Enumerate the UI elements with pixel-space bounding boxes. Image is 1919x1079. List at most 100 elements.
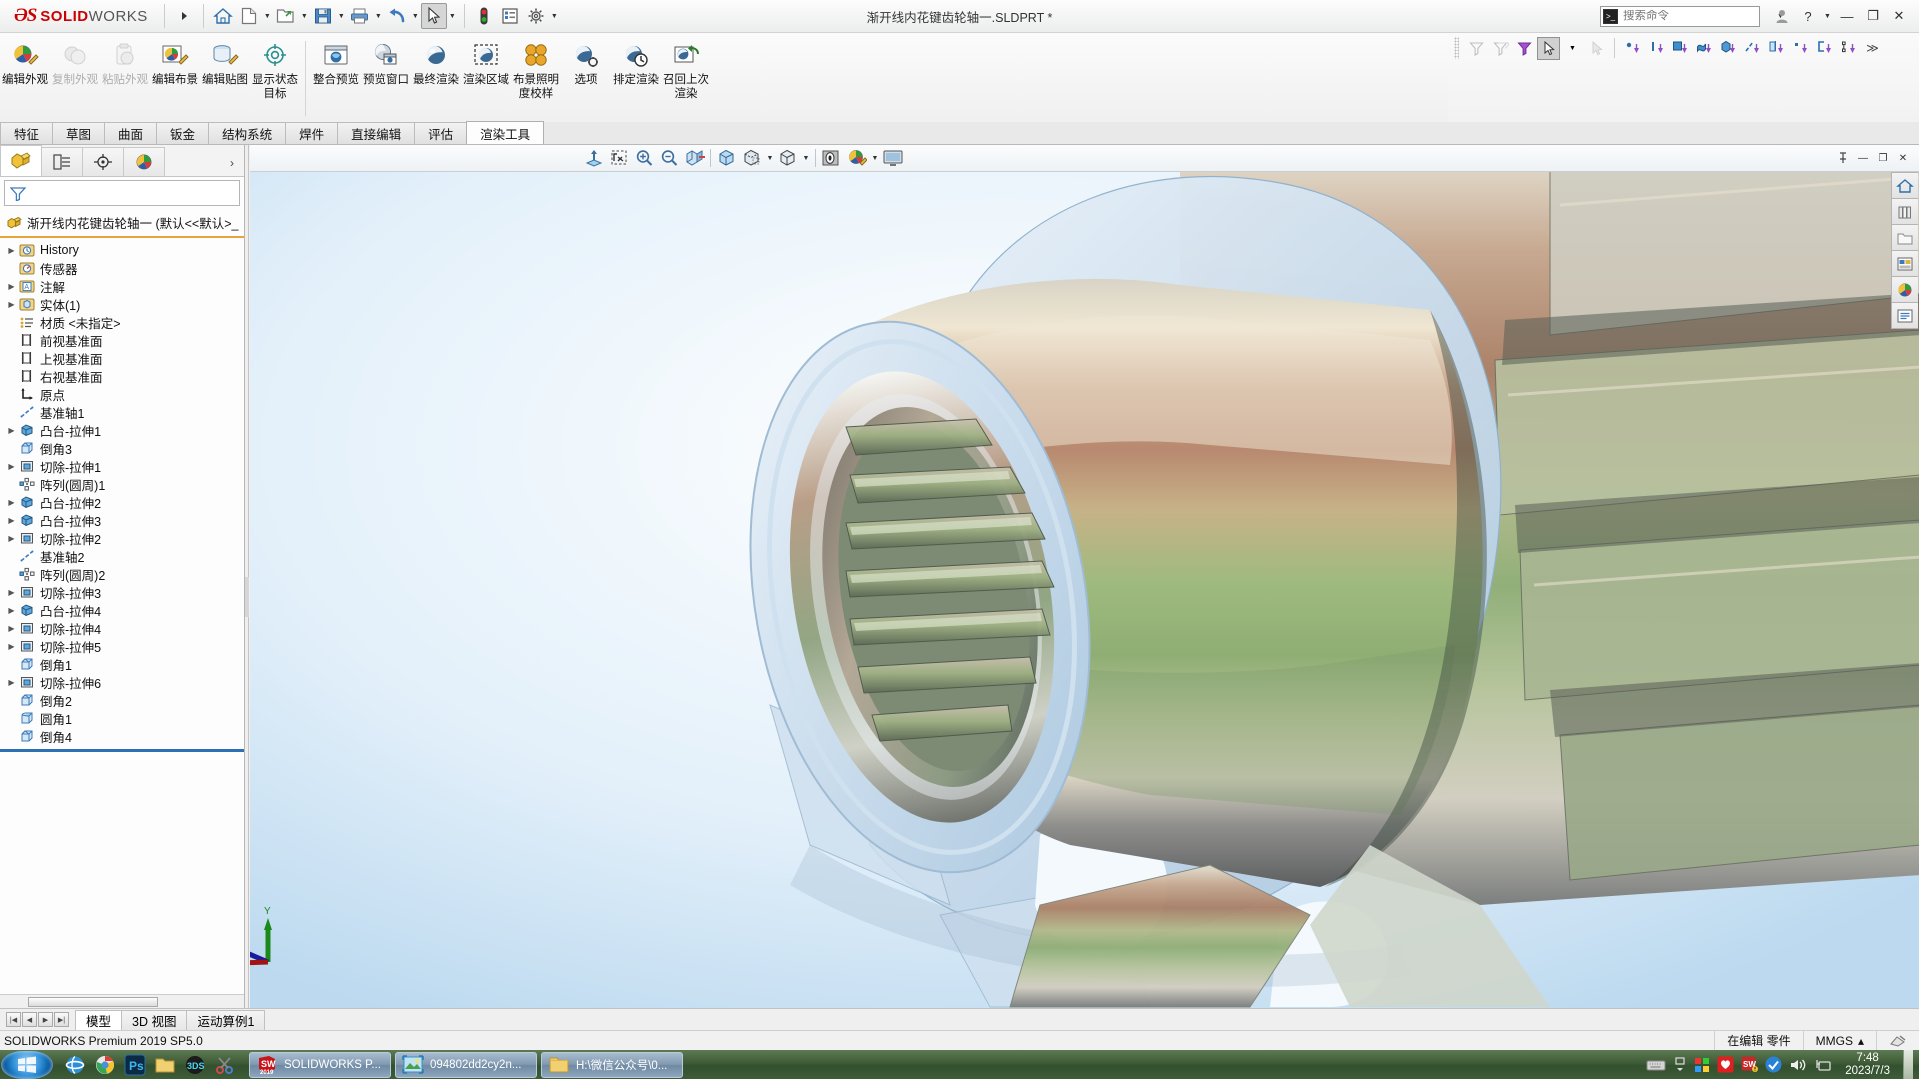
- new-document-caret-icon[interactable]: ▼: [262, 3, 273, 29]
- units-selector[interactable]: MMGS ▴: [1802, 1030, 1876, 1051]
- print-caret-icon[interactable]: ▼: [373, 3, 384, 29]
- feature-tree-node[interactable]: 阵列(圆周)2: [0, 565, 244, 583]
- new-document-button[interactable]: [236, 3, 262, 29]
- command-tab-4[interactable]: 结构系统: [208, 122, 287, 144]
- expand-arrow-icon[interactable]: ▶: [5, 300, 18, 309]
- feature-tree-node[interactable]: ▶ 切除-拉伸5: [0, 637, 244, 655]
- hide-show-items-caret-icon[interactable]: ▼: [801, 146, 811, 170]
- edit-appearance-view-icon[interactable]: [820, 146, 844, 170]
- graphics-viewport[interactable]: Y Z X: [250, 145, 1919, 1008]
- feature-tree-node[interactable]: ▶ 切除-拉伸3: [0, 583, 244, 601]
- filter-sketch-segments-icon[interactable]: [1813, 37, 1836, 60]
- menu-expand-button[interactable]: [171, 3, 197, 29]
- feature-tree-node[interactable]: 原点: [0, 385, 244, 403]
- feature-tree-node[interactable]: 倒角4: [0, 727, 244, 745]
- expand-arrow-icon[interactable]: ▶: [5, 282, 18, 291]
- select-other-icon[interactable]: [1585, 37, 1608, 60]
- select-tool-icon[interactable]: [1537, 36, 1560, 60]
- close-button[interactable]: ✕: [1887, 5, 1911, 27]
- ribbon-button-edit-decal[interactable]: 编辑贴图: [200, 37, 250, 87]
- command-tab-3[interactable]: 钣金: [156, 122, 210, 144]
- filter-planes-icon[interactable]: [1765, 37, 1788, 60]
- feature-tree-hscrollbar[interactable]: [0, 994, 244, 1008]
- view-settings-icon[interactable]: [881, 146, 905, 170]
- show-desktop-button[interactable]: [1903, 1050, 1913, 1079]
- filter-axes-icon[interactable]: [1741, 37, 1764, 60]
- search-input[interactable]: [1618, 10, 1777, 22]
- ribbon-button-integrated-preview[interactable]: 整合预览: [311, 37, 361, 87]
- select-tool-caret-icon[interactable]: ▼: [1561, 37, 1584, 60]
- nav-prev-button[interactable]: ◀: [22, 1012, 37, 1027]
- feature-tree-node[interactable]: ▶ 实体(1): [0, 295, 244, 313]
- filter-more-icon[interactable]: ≫: [1861, 37, 1884, 60]
- filter-solid-bodies-icon[interactable]: [1717, 37, 1740, 60]
- view-orientation-icon[interactable]: [715, 146, 739, 170]
- filter-sketch-points-icon[interactable]: [1789, 37, 1812, 60]
- start-button[interactable]: [1, 1050, 53, 1079]
- filter-toggle-icon[interactable]: [1465, 37, 1488, 60]
- units-caret-icon[interactable]: ▴: [1858, 1034, 1864, 1048]
- property-manager-tab[interactable]: [41, 147, 83, 176]
- user-account-icon[interactable]: [1770, 5, 1794, 27]
- search-commands-box[interactable]: >_ ▼: [1600, 5, 1784, 27]
- panel-expand-arrow[interactable]: ›: [230, 156, 244, 176]
- feature-tree-node[interactable]: 圆角1: [0, 709, 244, 727]
- undo-caret-icon[interactable]: ▼: [410, 3, 421, 29]
- select-caret-icon[interactable]: ▼: [447, 3, 458, 29]
- viewport-minimize-button[interactable]: —: [1855, 150, 1871, 166]
- tray-red-app-icon[interactable]: [1717, 1056, 1734, 1073]
- viewport-close-button[interactable]: ✕: [1895, 150, 1911, 166]
- restore-button[interactable]: ❐: [1861, 5, 1885, 27]
- feature-tree-node[interactable]: ▶ 凸台-拉伸3: [0, 511, 244, 529]
- appearances-scenes-icon[interactable]: [1891, 276, 1918, 303]
- filter-surfaces-icon[interactable]: [1693, 37, 1716, 60]
- nav-first-button[interactable]: |◀: [6, 1012, 21, 1027]
- print-button[interactable]: [347, 3, 373, 29]
- tray-windows-icon[interactable]: [1694, 1057, 1710, 1073]
- feature-tree-node[interactable]: ▶ 凸台-拉伸4: [0, 601, 244, 619]
- ribbon-button-preview-window[interactable]: 预览窗口: [361, 37, 411, 87]
- sketch-overlay-icon[interactable]: [1876, 1030, 1919, 1051]
- save-button[interactable]: [310, 3, 336, 29]
- apply-scene-caret-icon[interactable]: ▼: [870, 146, 880, 170]
- command-tab-2[interactable]: 曲面: [104, 122, 158, 144]
- taskbar-item-2[interactable]: H:\微信公众号\0...: [541, 1051, 683, 1078]
- zoom-to-area-icon[interactable]: [607, 146, 631, 170]
- filter-faces-icon[interactable]: [1669, 37, 1692, 60]
- gear-shaft-model[interactable]: [250, 145, 1919, 1008]
- home-button[interactable]: [210, 3, 236, 29]
- ribbon-button-scene-illumination-proof[interactable]: 布景照明度校样: [511, 37, 561, 101]
- expand-arrow-icon[interactable]: ▶: [5, 462, 18, 471]
- view-palette-icon[interactable]: [1891, 250, 1918, 277]
- ribbon-button-display-state-target[interactable]: 显示状态目标: [250, 37, 300, 101]
- tray-blue-app-icon[interactable]: [1765, 1056, 1782, 1073]
- document-tab-0[interactable]: 模型: [75, 1009, 123, 1031]
- configuration-manager-tab[interactable]: [82, 147, 124, 176]
- open-caret-icon[interactable]: ▼: [299, 3, 310, 29]
- panel-splitter[interactable]: [245, 145, 249, 1008]
- undo-button[interactable]: [384, 3, 410, 29]
- save-caret-icon[interactable]: ▼: [336, 3, 347, 29]
- command-tab-0[interactable]: 特征: [0, 122, 54, 144]
- custom-properties-icon[interactable]: [1891, 302, 1918, 329]
- feature-tree-node[interactable]: 基准轴1: [0, 403, 244, 421]
- taskbar-ie-icon[interactable]: [61, 1052, 89, 1078]
- minimize-button[interactable]: —: [1835, 5, 1859, 27]
- feature-tree[interactable]: 渐开线内花键齿轮轴一 (默认<<默认>_ ▶ History 传感器 ▶ A 注解 ▶ 实体(1…: [0, 206, 244, 994]
- taskbar-chrome-icon[interactable]: [91, 1052, 119, 1078]
- command-tab-5[interactable]: 焊件: [285, 122, 339, 144]
- feature-tree-node[interactable]: ▶ 切除-拉伸4: [0, 619, 244, 637]
- help-button[interactable]: ?: [1796, 5, 1820, 27]
- taskbar-item-0[interactable]: S W 2019 SOLIDWORKS P...: [249, 1051, 391, 1078]
- feature-tree-node[interactable]: ▶ 切除-拉伸6: [0, 673, 244, 691]
- feature-tree-node[interactable]: 倒角1: [0, 655, 244, 673]
- command-tab-1[interactable]: 草图: [52, 122, 106, 144]
- ribbon-button-render-region[interactable]: 渲染区域: [461, 37, 511, 87]
- options-caret-icon[interactable]: ▼: [549, 3, 560, 29]
- expand-arrow-icon[interactable]: ▶: [5, 624, 18, 633]
- feature-tree-node[interactable]: ▶ 切除-拉伸1: [0, 457, 244, 475]
- open-button[interactable]: [273, 3, 299, 29]
- command-tab-7[interactable]: 评估: [414, 122, 468, 144]
- display-style-caret-icon[interactable]: ▼: [765, 146, 775, 170]
- ribbon-button-edit-appearance[interactable]: 编辑外观: [0, 37, 50, 87]
